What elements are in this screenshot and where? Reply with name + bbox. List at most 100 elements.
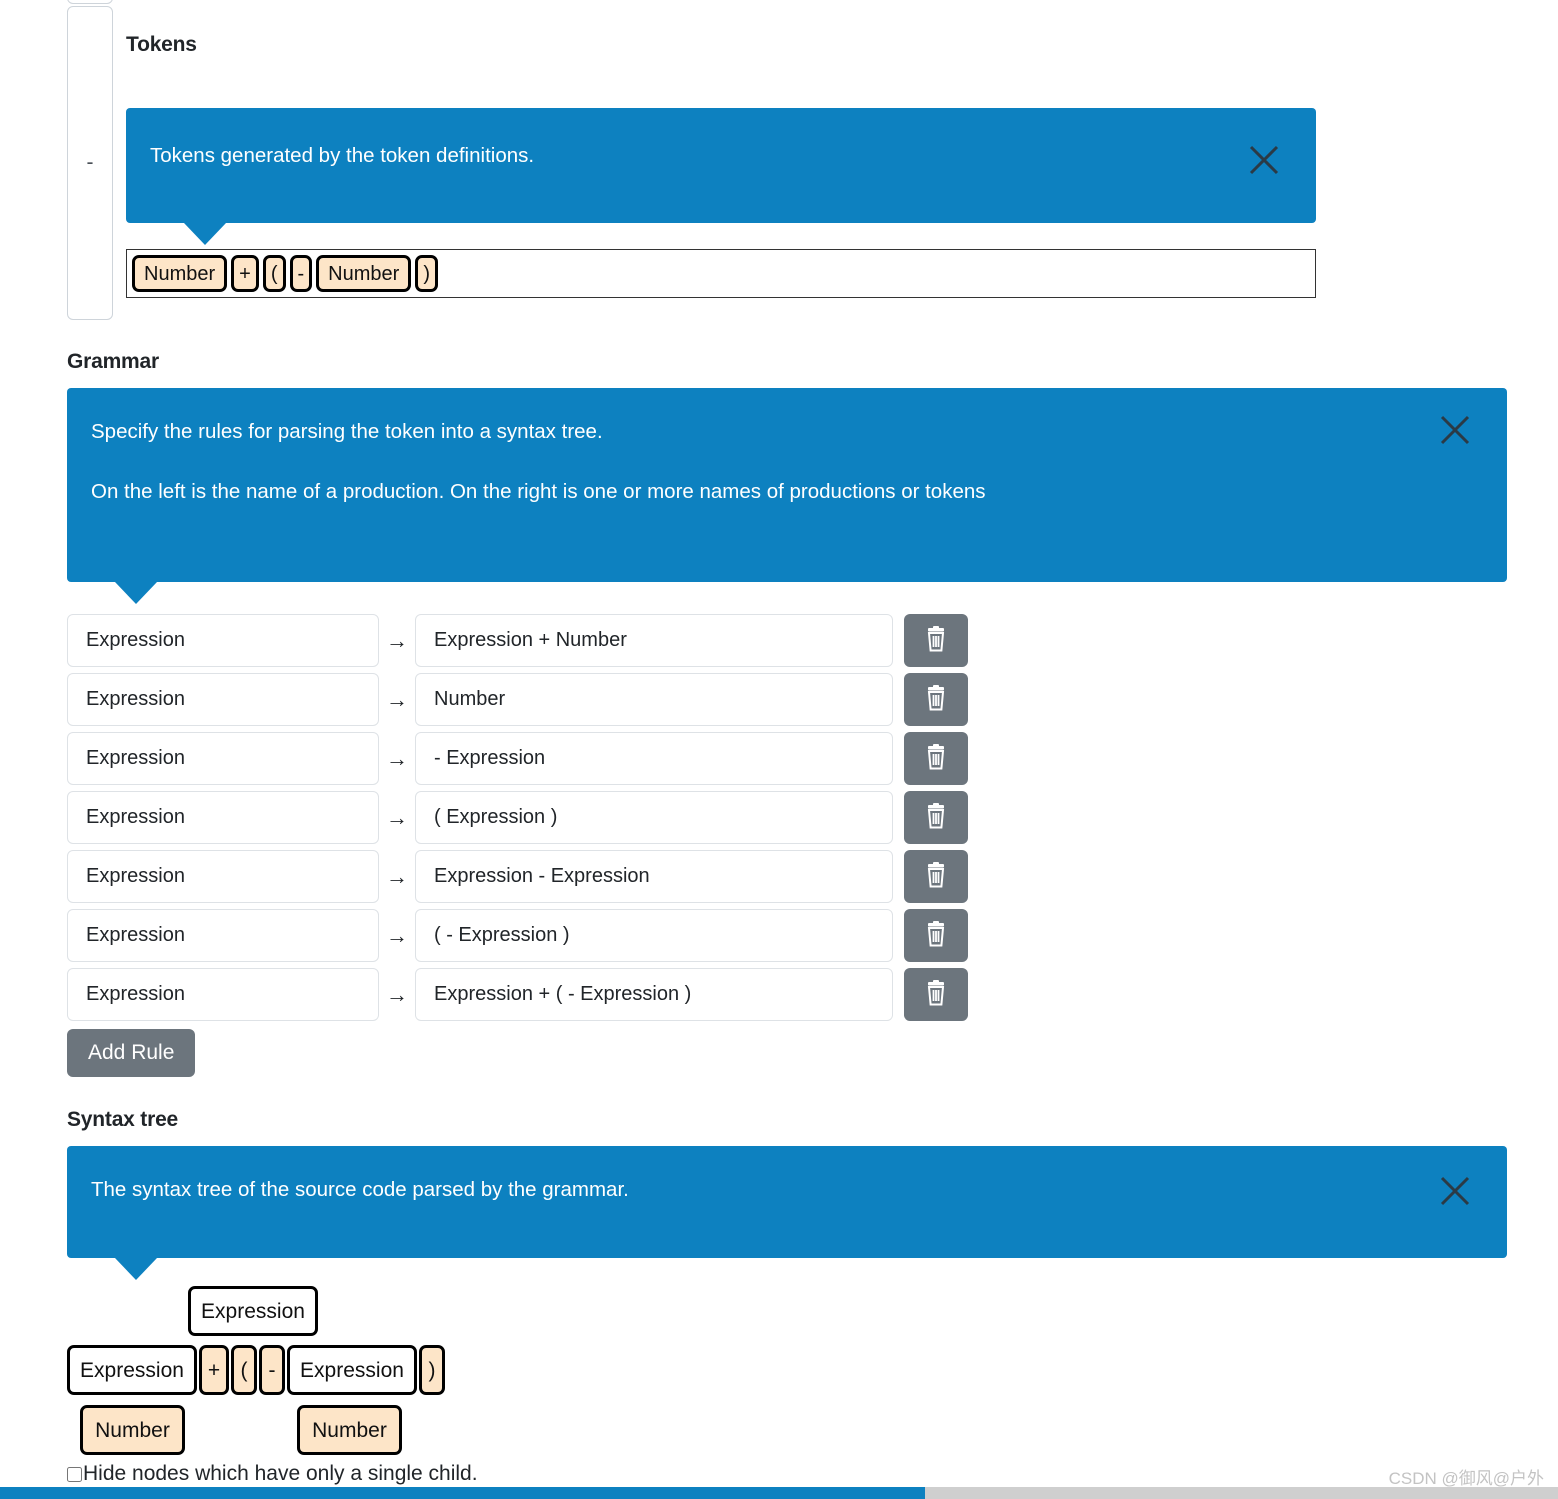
grammar-rule-row: Expression → Expression + ( - Expression… — [67, 968, 968, 1021]
scrollbar-thumb[interactable] — [0, 1487, 925, 1499]
tokens-tooltip: Tokens generated by the token definition… — [126, 108, 1316, 245]
rule-rhs-input[interactable]: ( - Expression ) — [415, 909, 893, 962]
tree-node[interactable]: Expression — [188, 1286, 318, 1336]
tree-node[interactable]: Number — [297, 1405, 402, 1455]
rule-rhs-value: Expression - Expression — [434, 865, 650, 887]
rule-lhs-input[interactable]: Expression — [67, 791, 379, 844]
grammar-tooltip-line2: On the left is the name of a production.… — [91, 480, 986, 503]
page-root: - Tokens Tokens generated by the token d… — [0, 0, 1558, 1499]
delete-rule-button[interactable] — [904, 614, 968, 667]
delete-rule-button[interactable] — [904, 673, 968, 726]
trash-icon — [924, 862, 948, 891]
close-icon[interactable] — [1244, 140, 1284, 180]
syntax-tree-tooltip-text: The syntax tree of the source code parse… — [91, 1178, 629, 1201]
trash-icon — [924, 685, 948, 714]
rule-rhs-value: ( - Expression ) — [434, 924, 570, 946]
rule-rhs-input[interactable]: ( Expression ) — [415, 791, 893, 844]
trash-icon — [924, 803, 948, 832]
add-rule-button[interactable]: Add Rule — [67, 1029, 196, 1077]
rule-arrow-icon: → — [386, 981, 408, 1007]
rule-lhs-value: Expression — [86, 924, 185, 946]
hide-single-child-checkbox[interactable] — [67, 1466, 82, 1482]
rule-arrow-icon: → — [386, 627, 408, 653]
close-icon[interactable] — [1435, 410, 1475, 450]
grammar-rule-row: Expression → Expression + Number — [67, 614, 968, 667]
rule-lhs-input[interactable]: Expression — [67, 673, 379, 726]
left-rail-input[interactable]: - — [67, 6, 113, 320]
token-chip[interactable]: - — [289, 255, 313, 292]
tooltip-arrow-icon — [115, 582, 157, 604]
grammar-rule-row: Expression → ( Expression ) — [67, 791, 968, 844]
token-chip[interactable]: Number — [316, 255, 412, 292]
rule-lhs-input[interactable]: Expression — [67, 614, 379, 667]
delete-rule-button[interactable] — [904, 968, 968, 1021]
rule-lhs-value: Expression — [86, 688, 185, 710]
rule-lhs-input[interactable]: Expression — [67, 909, 379, 962]
trash-icon — [924, 626, 948, 655]
rule-lhs-value: Expression — [86, 629, 185, 651]
rule-arrow-icon: → — [386, 863, 408, 889]
rule-rhs-value: - Expression — [434, 747, 546, 769]
close-icon[interactable] — [1435, 1171, 1475, 1211]
rule-rhs-value: Number — [434, 688, 506, 710]
rule-rhs-value: Expression + ( - Expression ) — [434, 983, 692, 1005]
trash-icon — [924, 980, 948, 1009]
rule-lhs-value: Expression — [86, 747, 185, 769]
grammar-rule-row: Expression → Expression - Expression — [67, 850, 968, 903]
tree-node[interactable]: ( — [231, 1345, 257, 1395]
trash-icon — [924, 744, 948, 773]
rule-arrow-icon: → — [386, 804, 408, 830]
rule-lhs-input[interactable]: Expression — [67, 850, 379, 903]
rule-rhs-value: ( Expression ) — [434, 806, 558, 828]
tree-node[interactable]: Number — [80, 1405, 185, 1455]
horizontal-scrollbar[interactable] — [0, 1487, 1558, 1499]
grammar-tooltip: Specify the rules for parsing the token … — [67, 388, 1507, 604]
grammar-tooltip-line1: Specify the rules for parsing the token … — [91, 420, 603, 443]
grammar-rule-row: Expression → Number — [67, 673, 968, 726]
rail-stub-input[interactable] — [67, 0, 113, 4]
delete-rule-button[interactable] — [904, 850, 968, 903]
rule-lhs-value: Expression — [86, 983, 185, 1005]
watermark: CSDN @御风@户外 — [1388, 1469, 1544, 1488]
syntax-tree-tooltip: The syntax tree of the source code parse… — [67, 1146, 1507, 1280]
grammar-rules-list: Expression → Expression + Number Express… — [67, 614, 968, 1027]
token-chip[interactable]: ) — [415, 255, 438, 292]
tokens-strip[interactable]: Number + ( - Number ) — [126, 249, 1316, 298]
rule-lhs-value: Expression — [86, 865, 185, 887]
rule-lhs-value: Expression — [86, 806, 185, 828]
tokens-heading: Tokens — [126, 33, 197, 56]
tooltip-arrow-icon — [184, 223, 226, 245]
grammar-rule-row: Expression → - Expression — [67, 732, 968, 785]
delete-rule-button[interactable] — [904, 791, 968, 844]
rule-rhs-input[interactable]: Expression - Expression — [415, 850, 893, 903]
delete-rule-button[interactable] — [904, 909, 968, 962]
rule-arrow-icon: → — [386, 745, 408, 771]
token-chip[interactable]: ( — [262, 255, 286, 292]
tokens-tooltip-text: Tokens generated by the token definition… — [150, 144, 535, 167]
left-rail-value: - — [86, 151, 94, 174]
rule-rhs-input[interactable]: Expression + Number — [415, 614, 893, 667]
grammar-rule-row: Expression → ( - Expression ) — [67, 909, 968, 962]
delete-rule-button[interactable] — [904, 732, 968, 785]
tree-node[interactable]: Expression — [287, 1345, 417, 1395]
trash-icon — [924, 921, 948, 950]
tree-node[interactable]: ) — [419, 1345, 445, 1395]
rule-arrow-icon: → — [386, 922, 408, 948]
grammar-heading: Grammar — [67, 350, 159, 373]
rule-arrow-icon: → — [386, 686, 408, 712]
rule-lhs-input[interactable]: Expression — [67, 968, 379, 1021]
rule-rhs-value: Expression + Number — [434, 629, 627, 651]
token-chip[interactable]: Number — [132, 255, 228, 292]
tree-node[interactable]: - — [259, 1345, 285, 1395]
hide-single-child-label: Hide nodes which have only a single chil… — [83, 1462, 478, 1485]
token-chip[interactable]: + — [231, 255, 259, 292]
rule-rhs-input[interactable]: Expression + ( - Expression ) — [415, 968, 893, 1021]
syntax-tree-heading: Syntax tree — [67, 1108, 179, 1131]
tree-node[interactable]: Expression — [67, 1345, 197, 1395]
rule-lhs-input[interactable]: Expression — [67, 732, 379, 785]
tooltip-arrow-icon — [115, 1258, 157, 1280]
tree-node[interactable]: + — [199, 1345, 229, 1395]
hide-single-child-row[interactable]: Hide nodes which have only a single chil… — [67, 1462, 478, 1486]
rule-rhs-input[interactable]: - Expression — [415, 732, 893, 785]
rule-rhs-input[interactable]: Number — [415, 673, 893, 726]
